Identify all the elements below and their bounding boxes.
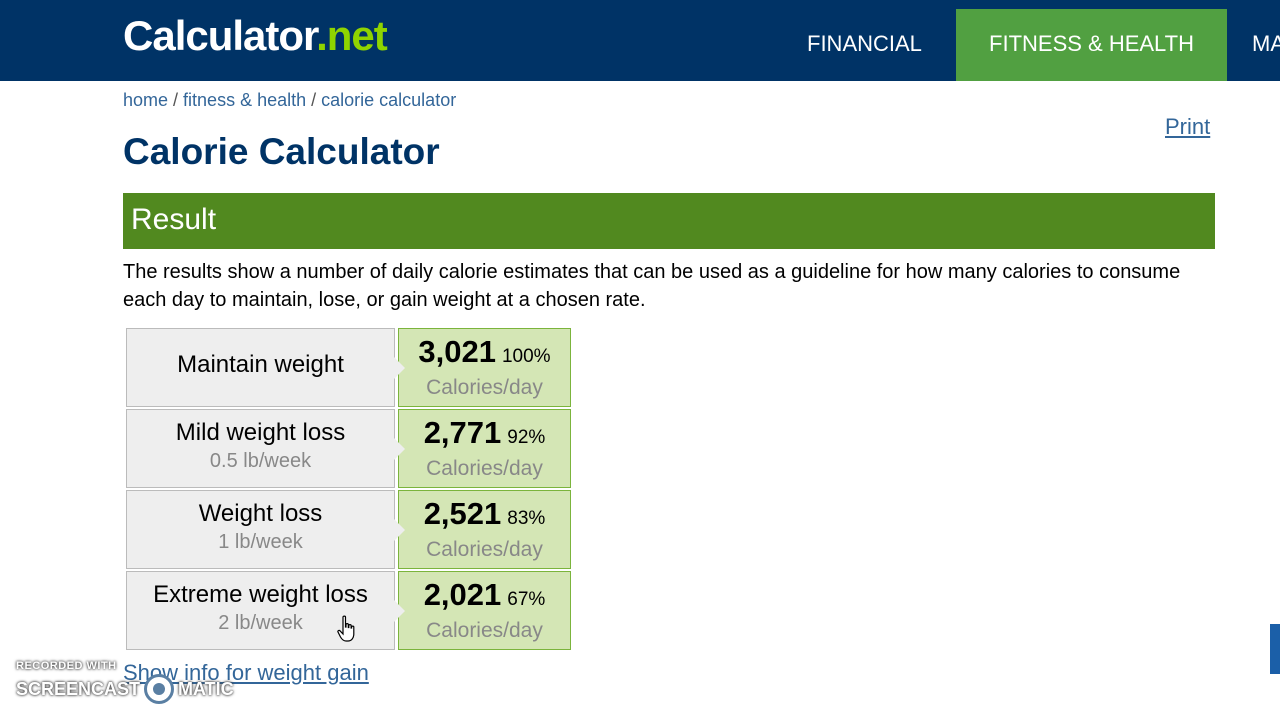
logo-dot: . xyxy=(316,12,328,59)
result-rate: 0.5 lb/week xyxy=(209,450,312,472)
result-title: Result xyxy=(131,203,217,236)
arrow-pointer-icon xyxy=(394,438,405,460)
arrow-pointer-icon xyxy=(394,357,405,379)
result-label-cell: Maintain weight xyxy=(126,328,405,407)
result-label-cell: Weight loss 1 lb/week xyxy=(126,490,405,569)
calorie-percent: 83% xyxy=(507,508,546,529)
result-label: Mild weight loss xyxy=(175,419,346,446)
calorie-value: 3,021 xyxy=(418,334,496,369)
result-value-cell: 3,021 100% Calories/day xyxy=(398,328,571,407)
site-logo[interactable]: Calculator.net xyxy=(123,12,388,60)
breadcrumb-separator: / xyxy=(168,90,184,110)
logo-main-text: Calculator xyxy=(123,12,317,59)
nav-fitness-health[interactable]: FITNESS & HEALTH xyxy=(956,9,1227,81)
result-description: The results show a number of daily calor… xyxy=(123,261,1181,311)
breadcrumb-fitness-link[interactable]: fitness & health xyxy=(183,90,306,110)
calorie-unit: Calories/day xyxy=(426,538,543,561)
calorie-percent: 92% xyxy=(507,427,546,448)
screencast-watermark: RECORDED WITH SCREENCAST MATIC xyxy=(16,660,234,704)
breadcrumb-separator: / xyxy=(306,90,322,110)
calorie-unit: Calories/day xyxy=(426,376,543,399)
calorie-percent: 100% xyxy=(501,346,551,367)
watermark-left-text: SCREENCAST xyxy=(16,678,141,699)
result-label: Extreme weight loss xyxy=(153,581,368,608)
breadcrumb-home-link[interactable]: home xyxy=(123,90,168,110)
nav-financial[interactable]: FINANCIAL xyxy=(783,9,946,81)
result-label: Weight loss xyxy=(198,500,323,527)
result-row-maintain: Maintain weight 3,021 100% Calories/day xyxy=(126,328,572,407)
breadcrumb-current-link[interactable]: calorie calculator xyxy=(321,90,456,110)
hand-pointer-icon xyxy=(337,615,355,642)
calorie-unit: Calories/day xyxy=(426,457,543,480)
result-value-cell: 2,521 83% Calories/day xyxy=(398,490,571,569)
result-value-cell: 2,021 67% Calories/day xyxy=(398,571,571,650)
print-link[interactable]: Print xyxy=(1165,114,1210,140)
breadcrumb: home / fitness & health / calorie calcul… xyxy=(123,90,456,111)
result-row-mild-loss: Mild weight loss 0.5 lb/week 2,771 92% Ca… xyxy=(126,409,572,488)
arrow-pointer-icon xyxy=(394,600,405,622)
result-rate: 1 lb/week xyxy=(218,531,303,553)
side-feedback-tab[interactable] xyxy=(1270,624,1280,674)
nav-math[interactable]: MA xyxy=(1228,9,1280,81)
record-icon xyxy=(144,674,175,704)
result-label-cell: Mild weight loss 0.5 lb/week xyxy=(126,409,405,488)
calorie-unit: Calories/day xyxy=(426,619,543,642)
page-title: Calorie Calculator xyxy=(123,131,440,172)
watermark-top-text: RECORDED WITH xyxy=(16,660,117,672)
result-value-cell: 2,771 92% Calories/day xyxy=(398,409,571,488)
result-row-weight-loss: Weight loss 1 lb/week 2,521 83% Calories/… xyxy=(126,490,572,569)
result-label: Maintain weight xyxy=(177,351,344,378)
arrow-pointer-icon xyxy=(394,519,405,541)
logo-tld-text: net xyxy=(326,12,388,59)
result-header-bar: Result xyxy=(123,193,1215,249)
watermark-right-text: MATIC xyxy=(178,678,234,699)
calorie-value: 2,521 xyxy=(423,496,502,531)
calorie-value: 2,771 xyxy=(423,415,502,450)
calorie-value: 2,021 xyxy=(423,577,502,612)
calorie-percent: 67% xyxy=(507,589,546,610)
top-navigation-bar: Calculator.net FINANCIAL FITNESS & HEALT… xyxy=(0,0,1280,81)
